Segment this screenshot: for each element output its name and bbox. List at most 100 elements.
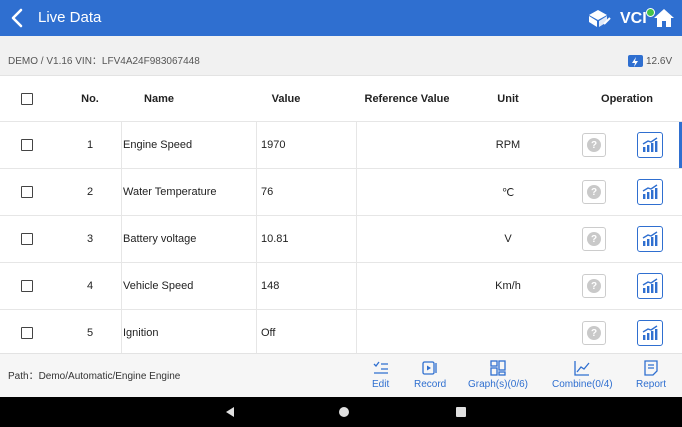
help-button[interactable]: ? [582,180,606,204]
row-name: Engine Speed [123,139,193,151]
row-name: Water Temperature [123,186,217,198]
row-checkbox-cell [21,310,35,353]
row-graph-cell [637,169,665,215]
help-button[interactable]: ? [582,321,606,345]
bottom-toolbar: Path：Demo/Automatic/Engine Engine Edit R… [0,353,682,397]
help-icon: ? [587,138,601,152]
edit-button[interactable]: Edit [372,360,389,390]
vci-status[interactable]: VCI [620,6,656,28]
edit-icon [373,361,388,374]
row-checkbox[interactable] [21,280,33,292]
graph-icon [642,325,658,340]
graph-button[interactable] [637,226,663,252]
row-graph-cell [637,216,665,262]
nav-back-icon[interactable] [224,406,236,418]
app-window: Live Data VCI DEMO / V1.16 VIN：LFV4A24F9… [0,0,682,427]
row-checkbox[interactable] [21,186,33,198]
help-icon: ? [587,326,601,340]
header-operation: Operation [601,92,653,105]
info-bar: DEMO / V1.16 VIN：LFV4A24F983067448 12.6V [0,36,682,76]
top-bar: Live Data VCI [0,0,682,36]
graph-icon [642,231,658,246]
table-row: 2 Water Temperature 76 ℃ ? [0,169,682,216]
row-name: Ignition [123,327,159,339]
record-label: Record [414,379,447,390]
nav-recents-icon[interactable] [455,406,467,418]
row-number: 4 [86,280,94,292]
graph-button[interactable] [637,179,663,205]
row-value: 76 [261,186,274,198]
graphs-button[interactable]: Graph(s)(0/6) [468,360,528,390]
row-name: Vehicle Speed [123,280,194,292]
row-unit: ℃ [501,186,515,199]
combine-button[interactable]: Combine(0/4) [552,360,613,390]
back-arrow-icon[interactable] [6,6,30,30]
header-reference-value: Reference Value [364,92,450,105]
row-checkbox[interactable] [21,139,33,151]
help-icon: ? [587,279,601,293]
home-icon[interactable] [653,7,675,29]
help-button[interactable]: ? [582,227,606,251]
system-nav-bar [0,397,682,427]
graph-icon [642,184,658,199]
row-help-cell: ? [582,122,608,168]
header-value: Value [271,92,301,105]
select-all-checkbox[interactable] [21,92,33,105]
select-all-cell [14,76,40,121]
row-help-cell: ? [582,216,608,262]
row-reference [360,263,455,309]
row-checkbox-cell [21,122,35,168]
help-button[interactable]: ? [582,133,606,157]
row-unit: RPM [495,139,521,151]
row-checkbox-cell [21,216,35,262]
row-reference [360,216,455,262]
row-number: 5 [86,327,94,339]
row-value: 148 [261,280,280,292]
report-button[interactable]: Report [636,360,666,390]
row-value: 1970 [261,139,286,151]
table-row: 5 Ignition Off ? [0,310,682,353]
graph-button[interactable] [637,320,663,346]
row-value: 10.81 [261,233,289,245]
live-data-table: No. Name Value Reference Value Unit Oper… [0,76,682,353]
row-graph-cell [637,122,665,168]
row-number: 2 [86,186,94,198]
row-checkbox[interactable] [21,327,33,339]
graphs-label: Graph(s)(0/6) [468,379,529,390]
help-icon: ? [587,232,601,246]
report-icon [644,360,658,376]
row-number: 3 [86,233,94,245]
breadcrumb: Path：Demo/Automatic/Engine Engine [8,371,181,382]
battery-icon [628,55,643,67]
record-icon [422,361,437,375]
row-checkbox[interactable] [21,233,33,245]
edit-label: Edit [372,379,390,390]
header-unit: Unit [497,92,519,105]
header-no: No. [81,92,99,105]
device-vin-text: DEMO / V1.16 VIN：LFV4A24F983067448 [8,56,200,67]
row-unit [478,310,538,353]
car-icon[interactable] [586,7,612,29]
help-button[interactable]: ? [582,274,606,298]
record-button[interactable]: Record [414,360,446,390]
row-checkbox-cell [21,169,35,215]
row-help-cell: ? [582,263,608,309]
table-header: No. Name Value Reference Value Unit Oper… [0,76,682,122]
row-unit: Km/h [495,280,521,292]
row-unit: V [504,233,512,245]
table-row: 3 Battery voltage 10.81 V ? [0,216,682,263]
row-checkbox-cell [21,263,35,309]
row-reference [360,310,455,353]
nav-home-icon[interactable] [338,406,350,418]
help-icon: ? [587,185,601,199]
graph-icon [642,137,658,152]
header-name: Name [144,92,174,105]
report-label: Report [636,379,667,390]
row-value: Off [261,327,276,339]
row-reference [360,122,455,168]
combine-icon [574,361,590,376]
graph-button[interactable] [637,273,663,299]
graph-button[interactable] [637,132,663,158]
page-title: Live Data [38,9,102,26]
row-number: 1 [86,139,94,151]
